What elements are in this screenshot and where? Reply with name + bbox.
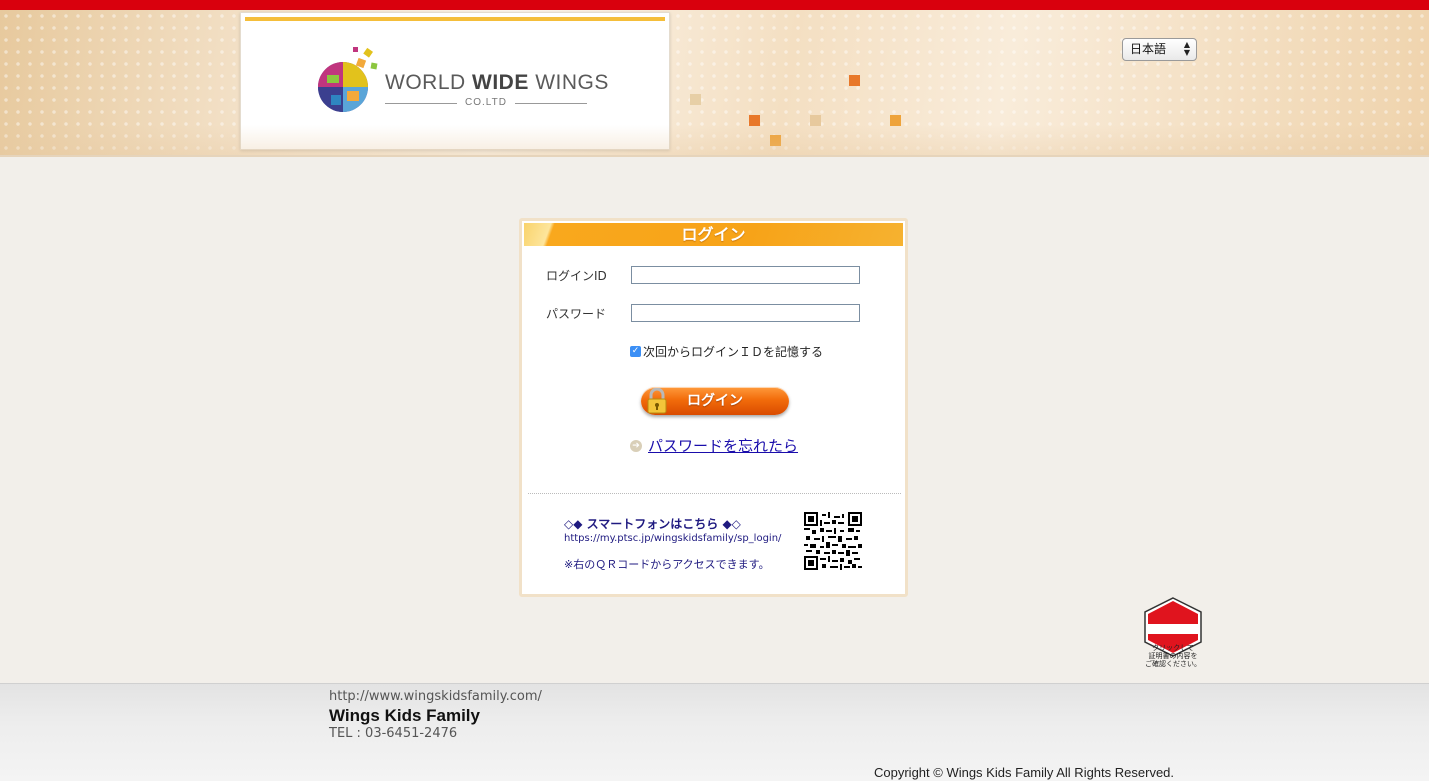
secom-caption: クリックして 証明書の内容を ご確認ください。 xyxy=(1145,644,1201,668)
decor-square xyxy=(770,135,781,146)
login-button[interactable]: ログイン xyxy=(641,387,789,415)
logo-wordmark: WORLD WIDE WINGS xyxy=(385,71,609,94)
language-select[interactable]: 日本語 ▲ ▼ xyxy=(1122,38,1197,61)
footer: http://www.wingskidsfamily.com/ Wings Ki… xyxy=(0,683,1429,781)
decor-square xyxy=(890,115,901,126)
smartphone-title: ◇◆ スマートフォンはこちら ◆◇ xyxy=(564,517,741,531)
password-input[interactable] xyxy=(631,304,860,322)
decor-square xyxy=(690,94,701,105)
login-panel-title: ログイン xyxy=(524,223,903,246)
header: WORLD WIDE WINGS CO.LTD 日本語 ▲ ▼ xyxy=(0,10,1429,157)
decor-square xyxy=(849,75,860,86)
company-logo: WORLD WIDE WINGS CO.LTD xyxy=(240,12,670,150)
logo-subtitle: CO.LTD xyxy=(385,97,587,108)
top-red-bar xyxy=(0,0,1429,10)
footer-copyright: Copyright © Wings Kids Family All Rights… xyxy=(874,765,1175,780)
login-panel: ログイン ログインID パスワード ✓ 次回からログインＩＤを記憶する ログイン… xyxy=(519,218,908,597)
remember-label: 次回からログインＩＤを記憶する xyxy=(643,345,824,359)
lock-icon xyxy=(647,388,667,414)
dotted-divider xyxy=(528,493,901,494)
footer-company-name: Wings Kids Family xyxy=(329,706,480,725)
smartphone-url: https://my.ptsc.jp/wingskidsfamily/sp_lo… xyxy=(564,533,782,544)
login-id-label: ログインID xyxy=(546,269,607,283)
logo-accent-line xyxy=(245,17,665,21)
password-label: パスワード xyxy=(546,307,607,321)
select-arrows-icon: ▲ ▼ xyxy=(1183,40,1190,57)
decor-square xyxy=(749,115,760,126)
arrow-circle-icon: ➔ xyxy=(630,439,642,452)
forgot-password[interactable]: ➔ パスワードを忘れたら xyxy=(630,435,798,456)
footer-url: http://www.wingskidsfamily.com/ xyxy=(329,689,542,704)
qr-code-icon xyxy=(804,512,862,570)
remember-checkbox[interactable]: ✓ xyxy=(630,346,641,357)
forgot-password-link[interactable]: パスワードを忘れたら xyxy=(648,435,798,456)
login-id-input[interactable] xyxy=(631,266,860,284)
decor-square xyxy=(810,115,821,126)
smartphone-note: ※右のＱＲコードからアクセスできます。 xyxy=(564,558,770,571)
puzzle-globe-icon xyxy=(318,47,378,112)
remember-id-option[interactable]: ✓ 次回からログインＩＤを記憶する xyxy=(630,343,823,360)
footer-phone: TEL : 03-6451-2476 xyxy=(329,726,458,741)
login-button-label: ログイン xyxy=(687,393,743,409)
